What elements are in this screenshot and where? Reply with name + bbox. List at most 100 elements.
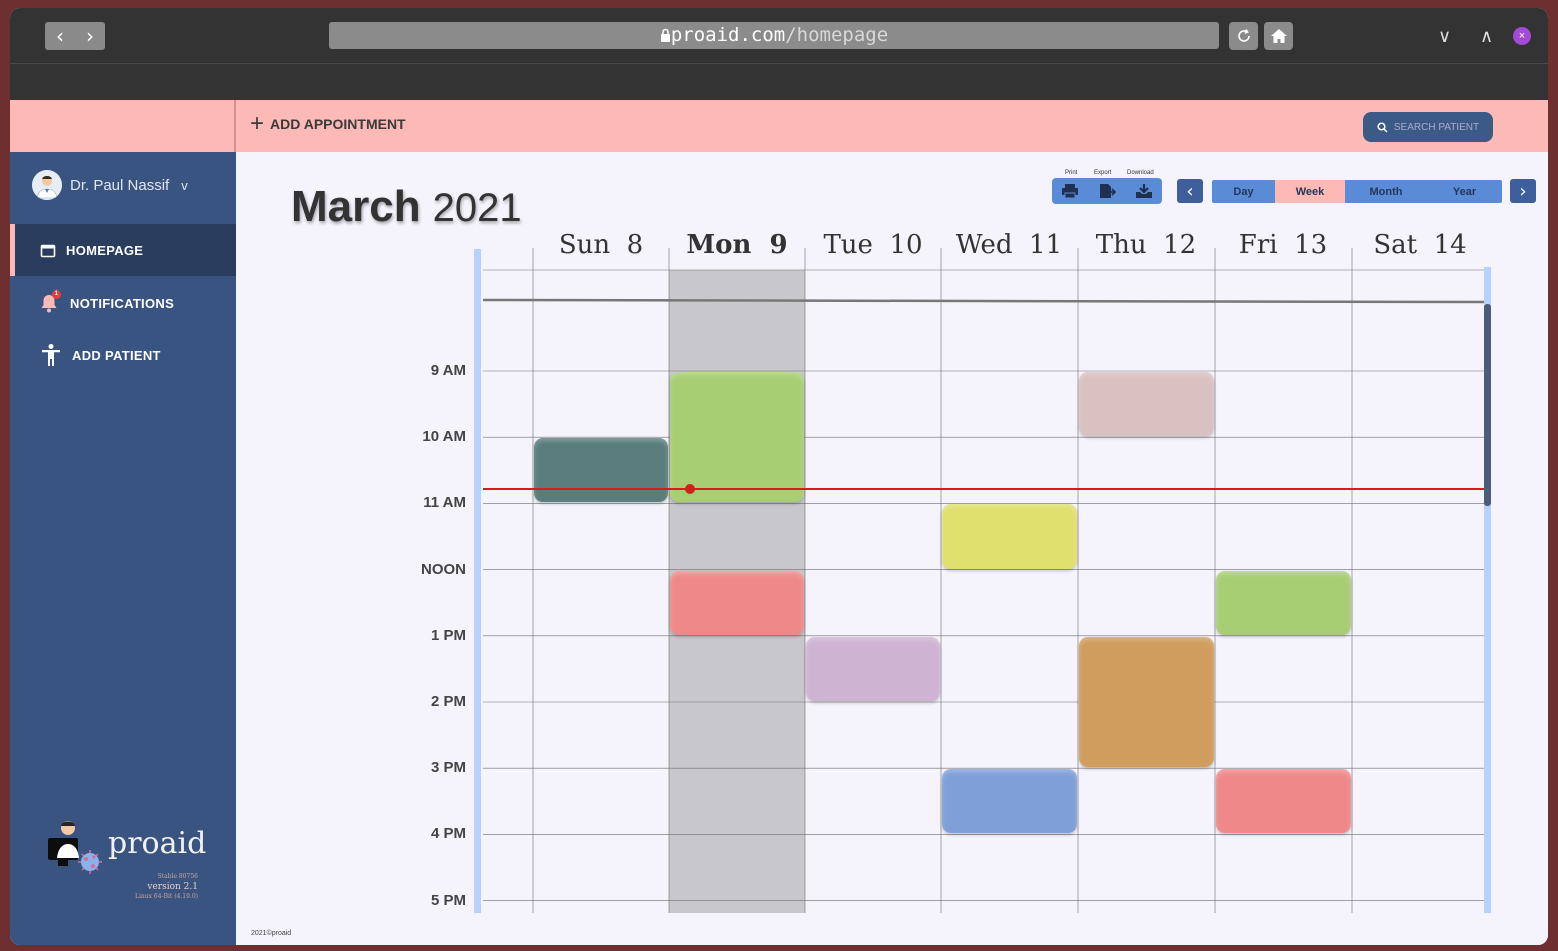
add-appointment-button[interactable]: + ADD APPOINTMENT [250,110,406,137]
hour-label: 9 AM [430,362,466,379]
brand-block: proaid Stable 80756 version 2.1 Linux 64… [46,818,206,908]
appointment-block[interactable] [806,636,940,701]
close-button[interactable]: × [1513,27,1531,45]
back-icon[interactable]: ‹ [45,22,75,50]
day-header[interactable]: Wed 11 [941,230,1077,260]
search-patient-label: SEARCH PATIENT [1393,121,1480,133]
hour-label: 2 PM [430,693,466,710]
day-header[interactable]: Fri 13 [1215,230,1351,260]
search-icon [1377,121,1388,133]
all-day-rule [482,298,1485,304]
home-icon [1270,29,1287,43]
export-icon [1100,184,1116,198]
day-header[interactable]: Tue 10 [805,230,941,260]
appointment-block[interactable] [670,372,804,503]
prev-week-button[interactable]: ‹ [1177,179,1203,203]
tab-week[interactable]: Week [1275,180,1345,203]
hour-label: NOON [421,560,466,578]
chevron-down-icon: v [181,177,188,193]
sidebar-item-label: ADD PATIENT [72,347,161,363]
notification-badge: 1 [52,290,61,299]
day-header[interactable]: Sat 14 [1352,230,1488,260]
build-label: Stable 80756 [157,873,198,880]
appointment-block[interactable] [670,570,804,635]
export-button[interactable] [1089,178,1126,204]
topbar-left-cell [10,100,236,152]
month-title: March 2021 [291,182,522,232]
lock-icon [660,28,670,42]
app-topbar: + ADD APPOINTMENT SEARCH PATIENT [10,100,1548,152]
add-appointment-label: ADD APPOINTMENT [270,116,406,132]
print-icon [1062,184,1079,199]
reload-button[interactable] [1229,22,1258,50]
appointment-block[interactable] [534,438,668,503]
browser-window: ‹ › proaid.com/homepage ∨ ∧ × + ADD APPO… [10,8,1548,945]
bell-icon: 1 [40,290,61,313]
hour-label: 3 PM [430,759,466,777]
plus-icon: + [250,110,265,137]
left-edge-bar [474,249,481,913]
calendar-area: March 2021 Print Export Download ‹ Day W… [236,152,1548,945]
appointment-block[interactable] [1216,769,1351,834]
brand-name: proaid [108,826,207,861]
print-caption: Print [1065,170,1078,176]
home-button[interactable] [1264,22,1293,50]
day-header[interactable]: Sun 8 [533,230,669,260]
hour-label: 10 AM [422,428,466,446]
year-label: 2021 [432,186,522,230]
calendar-icon [40,244,56,257]
copyright: 2021©proaid [251,930,292,937]
search-patient-button[interactable]: SEARCH PATIENT [1363,112,1493,142]
hour-label: 1 PM [430,626,466,644]
appointment-block[interactable] [1079,372,1214,437]
sidebar-item-label: HOMEPAGE [66,242,144,258]
sidebar-item-homepage[interactable]: HOMEPAGE [10,224,236,276]
browser-strip [10,64,1548,100]
appointment-block[interactable] [1216,570,1351,635]
forward-icon[interactable]: › [75,22,105,50]
person-icon [42,344,60,366]
appointment-block[interactable] [942,769,1077,834]
next-week-button[interactable]: › [1510,179,1536,203]
reload-icon [1237,29,1250,42]
sidebar-item-add-patient[interactable]: ADD PATIENT [10,329,236,381]
download-caption: Download [1127,170,1154,176]
sidebar: Dr. Paul Nassif v HOMEPAGE 1 NOTIFICATIO… [10,152,236,945]
day-header[interactable]: Thu 12 [1078,230,1214,260]
url-path: /homepage [785,24,889,46]
hour-label: 5 PM [430,891,466,909]
download-button[interactable] [1125,178,1162,204]
calendar-tools [1052,178,1162,204]
hour-label: 4 PM [430,825,466,843]
url-host: proaid.com [670,24,786,46]
sidebar-item-notifications[interactable]: 1 NOTIFICATIONS [10,277,236,329]
appointment-block[interactable] [942,504,1077,569]
hour-label: 11 AM [423,494,466,512]
current-time-line [483,487,1484,490]
history-nav: ‹ › [45,22,105,50]
avatar [32,170,62,200]
download-icon [1135,184,1152,198]
proaid-logo-icon [48,821,102,874]
sidebar-item-label: NOTIFICATIONS [70,295,175,311]
address-bar[interactable]: proaid.com/homepage [329,22,1219,49]
appointment-block[interactable] [1079,636,1214,768]
scrollbar-thumb [1484,304,1491,506]
export-caption: Export [1094,170,1112,176]
tab-month[interactable]: Month [1345,180,1427,203]
print-button[interactable] [1052,178,1089,204]
doctor-avatar-icon [32,170,62,200]
tab-day[interactable]: Day [1212,180,1275,203]
day-header[interactable]: Mon 9 [669,230,805,260]
build-info: Stable 80756 version 2.1 Linux 64-Bit (4… [135,872,198,902]
current-time-dot [685,483,695,494]
minimize-button[interactable]: ∨ [1438,26,1451,47]
platform-label: Linux 64-Bit (4.19.0) [135,893,198,900]
user-profile-menu[interactable]: Dr. Paul Nassif v [32,170,188,200]
version-label: version 2.1 [147,882,198,892]
month-name: March [291,182,421,231]
maximize-button[interactable]: ∧ [1480,26,1493,47]
tab-year[interactable]: Year [1427,180,1502,203]
user-name: Dr. Paul Nassif [70,176,170,194]
browser-toolbar: ‹ › proaid.com/homepage ∨ ∧ × [10,8,1548,64]
